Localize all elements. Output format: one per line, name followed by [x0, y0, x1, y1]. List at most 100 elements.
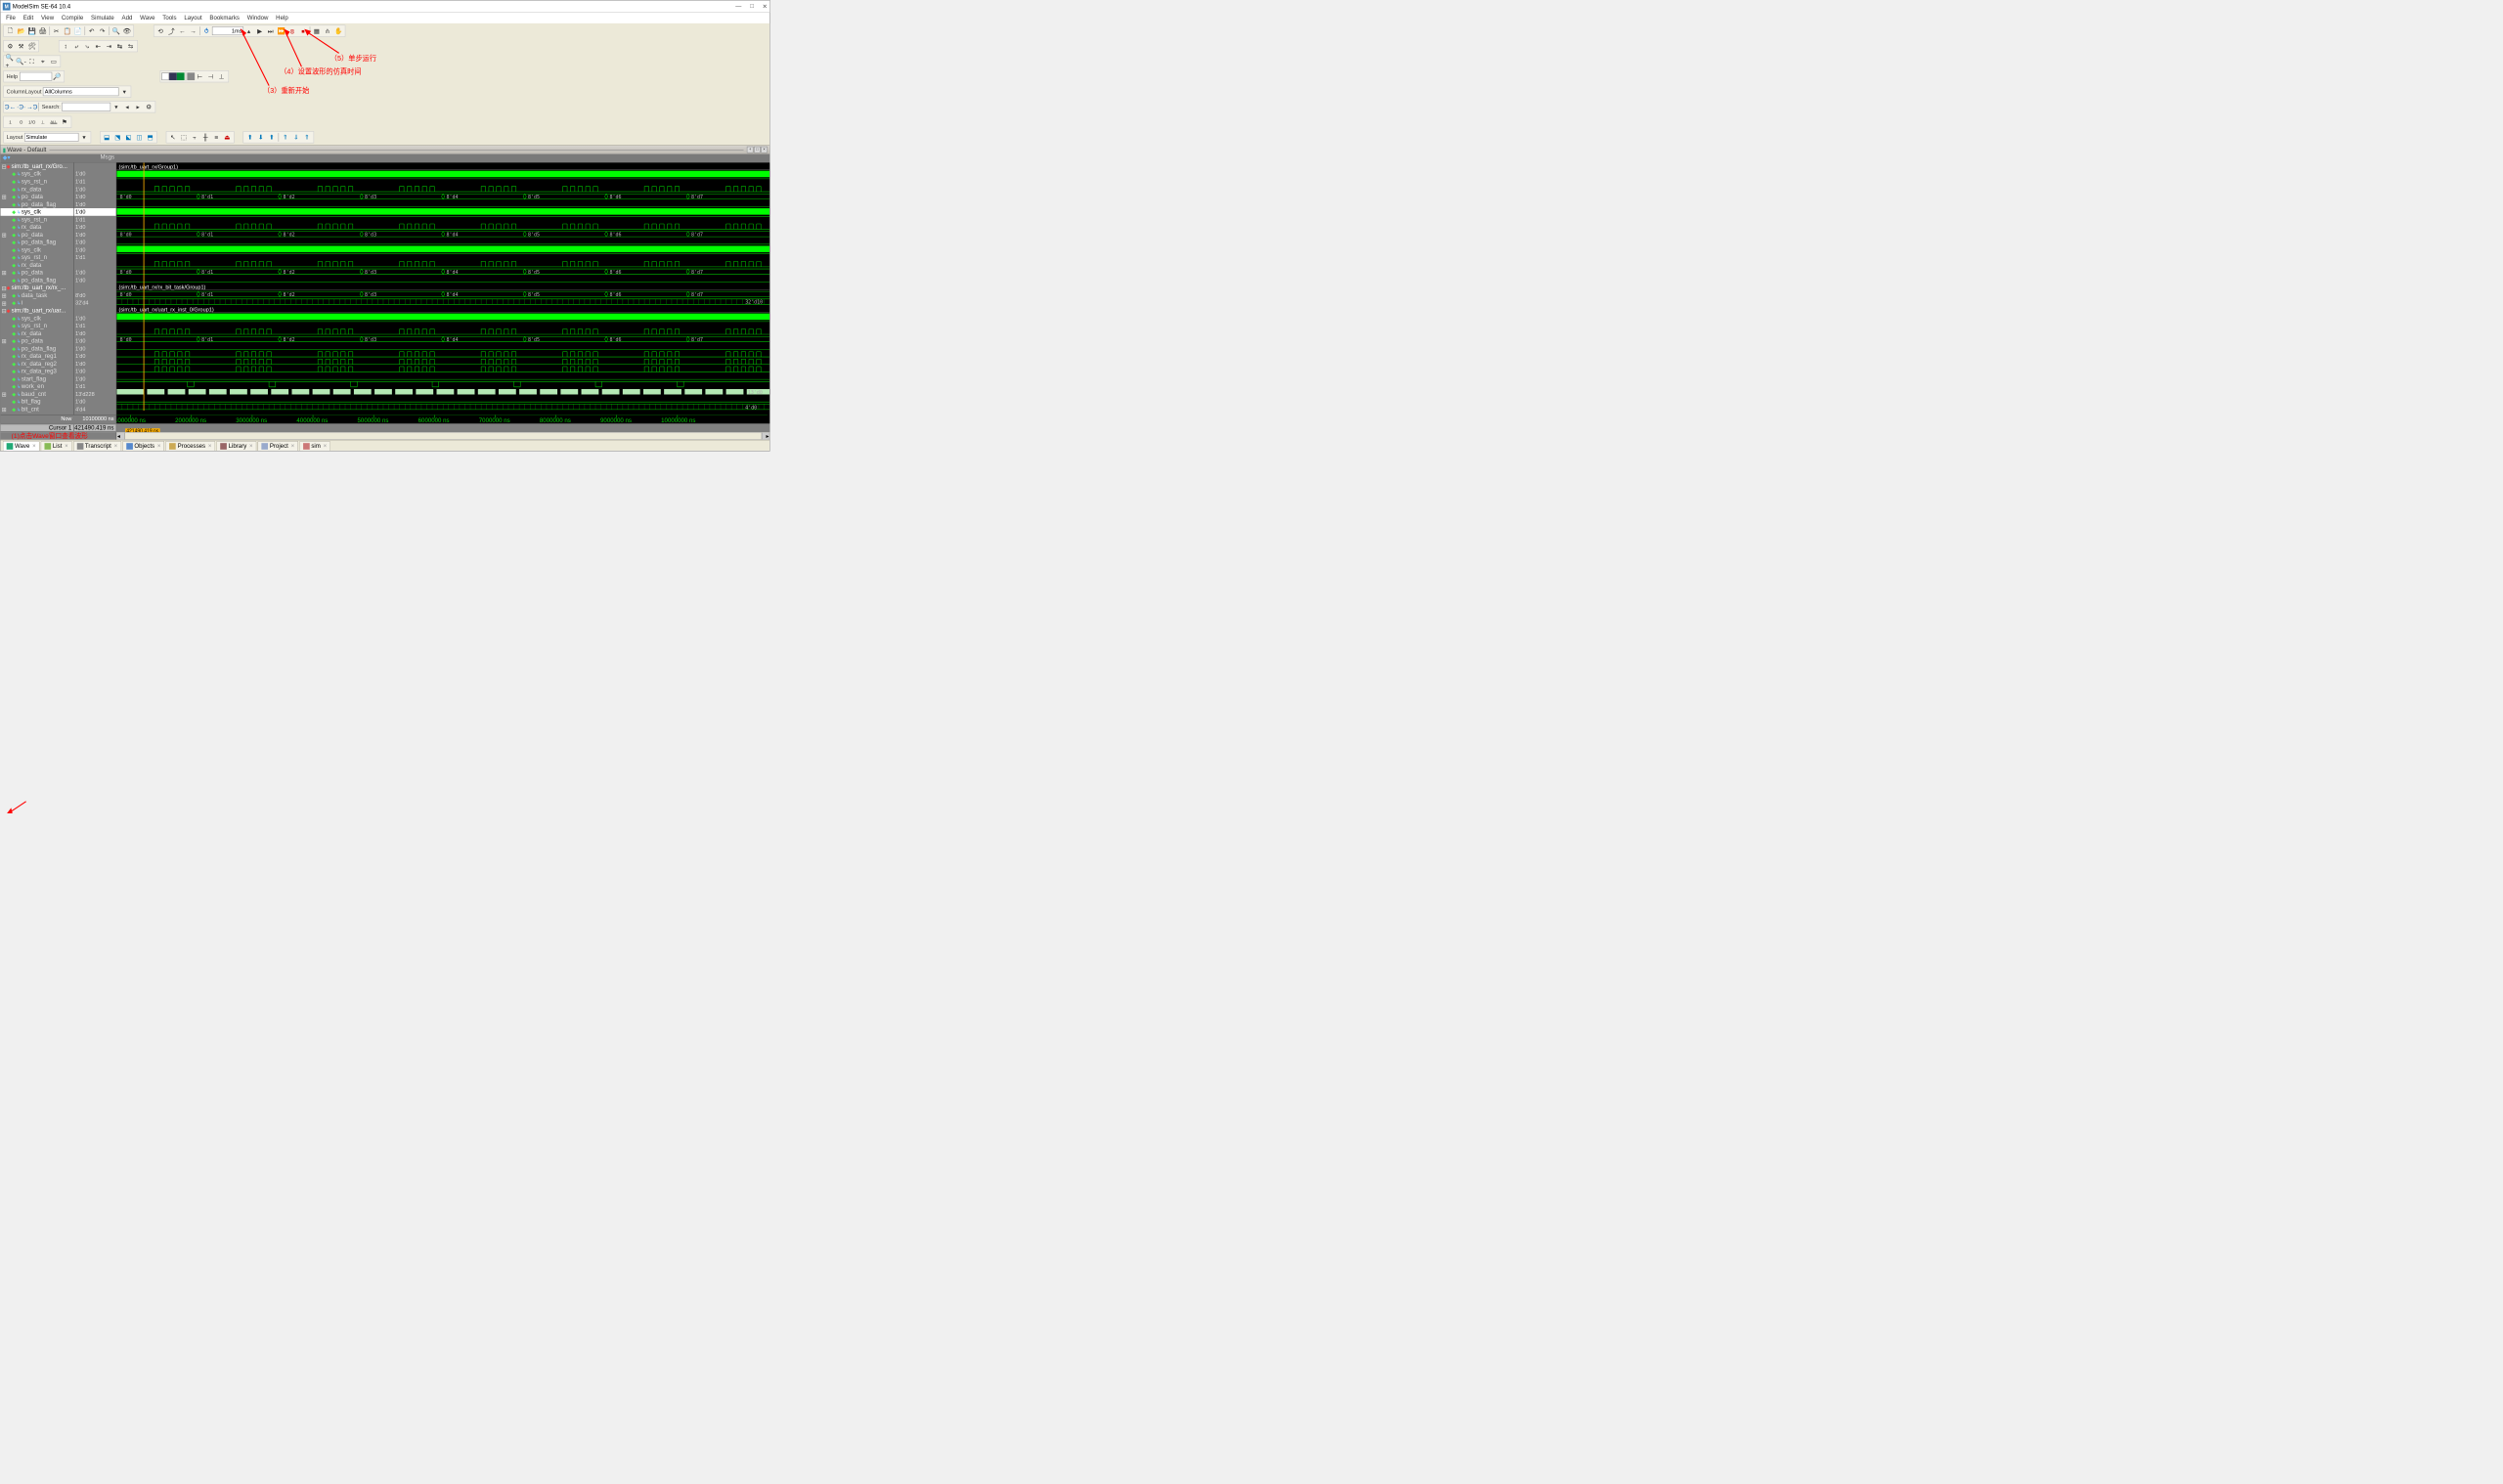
search-next-icon[interactable]: ▸ [133, 102, 144, 111]
nav-fwd-button[interactable]: → [188, 26, 198, 36]
tab-close-icon[interactable]: × [291, 443, 295, 450]
layout-select[interactable] [24, 133, 78, 142]
radix-1o-icon[interactable]: 1/O [26, 117, 37, 127]
menu-wave[interactable]: Wave [137, 14, 158, 22]
break-button[interactable]: ⦻ [286, 26, 297, 36]
menu-simulate[interactable]: Simulate [88, 14, 117, 22]
dropdown-icon[interactable]: ▾ [119, 87, 130, 97]
select-box-icon[interactable]: ⬚ [179, 132, 190, 142]
signal-values-panel[interactable]: 1'd01'd11'd01'd01'd01'd01'd11'd01'd01'd0… [74, 162, 116, 415]
signal-row[interactable]: ⊞◆↳bit_cnt [1, 406, 74, 414]
signal-row[interactable]: ⊞◆↳data_task [1, 291, 74, 299]
restart-sim-button[interactable]: ⥀ [201, 26, 212, 36]
search-opts-icon[interactable]: ⚙ [144, 102, 154, 111]
continue-run-button[interactable]: ⏩ [276, 26, 286, 36]
run-button[interactable]: ▶ [254, 26, 265, 36]
signal-row[interactable]: ◆↳start_flag [1, 375, 74, 383]
signal-row[interactable]: ⊞◆↳po_data [1, 193, 74, 200]
search-dropdown-icon[interactable]: ▾ [110, 102, 121, 111]
radix-1-icon[interactable]: 1 [5, 117, 16, 127]
tab-close-icon[interactable]: × [208, 443, 212, 450]
binoculars-icon[interactable]: 👁 [121, 26, 132, 36]
dataflow-icon[interactable]: ⫛ [322, 26, 332, 36]
compile-icon[interactable]: ⚙ [5, 41, 16, 51]
wave-dock-close-icon[interactable]: × [761, 147, 768, 153]
wave-hscroll[interactable]: (1)点击Wave窗口查看波形 ◂▸ [1, 432, 770, 440]
signal-row[interactable]: ⊞◆↳po_data [1, 269, 74, 277]
menu-add[interactable]: Add [118, 14, 136, 22]
help-input[interactable] [20, 72, 52, 81]
pointer-tool-icon[interactable]: ↖ [167, 132, 178, 142]
tab-project[interactable]: Project× [258, 441, 298, 451]
hscroll-left-arrow-icon[interactable]: ◂ [117, 433, 125, 440]
signal-row[interactable]: ◆↳sys_rst_n [1, 322, 74, 329]
radix-o-icon[interactable]: O [16, 117, 26, 127]
fmt-block3-icon[interactable] [177, 72, 185, 80]
bookmark4-icon[interactable]: ⇑ [280, 132, 290, 142]
menu-window[interactable]: Window [243, 14, 271, 22]
tab-list[interactable]: List× [41, 441, 72, 451]
waveform-canvas[interactable]: (sim:/tb_uart_rx/Group1)8'd08'd18'd28'd3… [116, 162, 769, 415]
wave-edit2-icon[interactable]: ⤷ [82, 41, 93, 51]
layout-dropdown-icon[interactable]: ▾ [78, 132, 89, 142]
signal-row[interactable]: ◆↳sys_clk [1, 315, 74, 323]
fmt-block4-icon[interactable] [187, 72, 195, 80]
edge-prev-icon[interactable]: Ͽ← [5, 102, 16, 111]
radix-z-icon[interactable]: ⊥ [37, 117, 48, 127]
signal-row[interactable]: ⊟◆sim:/tb_uart_rx/rx_... [1, 284, 74, 292]
close-button[interactable]: ✕ [763, 3, 768, 10]
signal-row[interactable]: ◆↳rx_data [1, 186, 74, 194]
menu-edit[interactable]: Edit [20, 14, 36, 22]
zoom-cursor-icon[interactable]: ⌖ [37, 57, 48, 66]
menu-bookmarks[interactable]: Bookmarks [206, 14, 242, 22]
signal-row[interactable]: ◆↳po_data_flag [1, 200, 74, 208]
fmt-line3-icon[interactable]: ⊥ [216, 71, 227, 81]
bookmark3-icon[interactable]: ⬆ [266, 132, 277, 142]
search-input[interactable] [62, 103, 110, 111]
search-prev-icon[interactable]: ◂ [122, 102, 133, 111]
tab-wave[interactable]: Wave× [3, 441, 40, 451]
window-tile2-icon[interactable]: ⬔ [112, 132, 123, 142]
measure2-icon[interactable]: ╫ [200, 132, 211, 142]
zoom-in-icon[interactable]: 🔍+ [5, 57, 16, 66]
tab-close-icon[interactable]: × [114, 443, 118, 450]
signal-row[interactable]: ⊞◆↳po_data [1, 337, 74, 345]
signal-row[interactable]: ◆↳rx_data_reg1 [1, 353, 74, 361]
signal-row[interactable]: ◆↳po_data_flag [1, 345, 74, 353]
run-length-input[interactable] [212, 26, 243, 35]
window-tile3-icon[interactable]: ⬕ [123, 132, 134, 142]
find-button[interactable]: 🔍 [110, 26, 121, 36]
window-tile5-icon[interactable]: ⬒ [145, 132, 155, 142]
undo-button[interactable]: ↶ [86, 26, 97, 36]
tab-processes[interactable]: Processes× [165, 441, 215, 451]
zoom-out-icon[interactable]: 🔍- [16, 57, 26, 66]
measure4-icon[interactable]: ⏏ [222, 132, 233, 142]
signal-row[interactable]: ◆↳sys_clk [1, 246, 74, 254]
paste-button[interactable]: 📄 [72, 26, 83, 36]
run-all-button[interactable]: ⏭ [265, 26, 276, 36]
signal-row[interactable]: ◆↳rx_data [1, 224, 74, 232]
zoom-area-icon[interactable]: ▭ [48, 57, 59, 66]
zoom-full-icon[interactable]: ⛶ [26, 57, 37, 66]
signal-row[interactable]: ◆↳rx_data [1, 261, 74, 269]
menu-view[interactable]: View [38, 14, 58, 22]
cursor-tool-icon[interactable]: ↕ [61, 41, 71, 51]
help-go-icon[interactable]: 🔎 [52, 71, 63, 81]
tab-close-icon[interactable]: × [249, 443, 253, 450]
radix-all-icon[interactable]: ALL [48, 117, 59, 127]
save-button[interactable]: 💾 [26, 26, 37, 36]
signal-row[interactable]: ⊞◆↳po_data [1, 231, 74, 239]
signal-names-panel[interactable]: ⊟◆sim:/tb_uart_rx/Gro...◆↳sys_clk◆↳sys_r… [1, 162, 74, 415]
maximize-button[interactable]: □ [750, 3, 754, 10]
signal-row[interactable]: ◆↳sys_rst_n [1, 216, 74, 224]
signal-row[interactable]: ⊟◆sim:/tb_uart_rx/uar... [1, 307, 74, 315]
edge-next-icon[interactable]: →Ͽ [26, 102, 37, 111]
wave-edit4-icon[interactable]: ⇥ [104, 41, 114, 51]
menu-tools[interactable]: Tools [159, 14, 180, 22]
signal-row[interactable]: ◆↳sys_clk [1, 170, 74, 178]
edge-any-icon[interactable]: ·Ͽ· [16, 102, 26, 111]
tab-sim[interactable]: sim× [299, 441, 330, 451]
signal-row[interactable]: ◆↳po_data_flag [1, 239, 74, 246]
sim-step-out-icon[interactable]: ⤴ [166, 26, 177, 36]
measure1-icon[interactable]: ⫟ [190, 132, 200, 142]
